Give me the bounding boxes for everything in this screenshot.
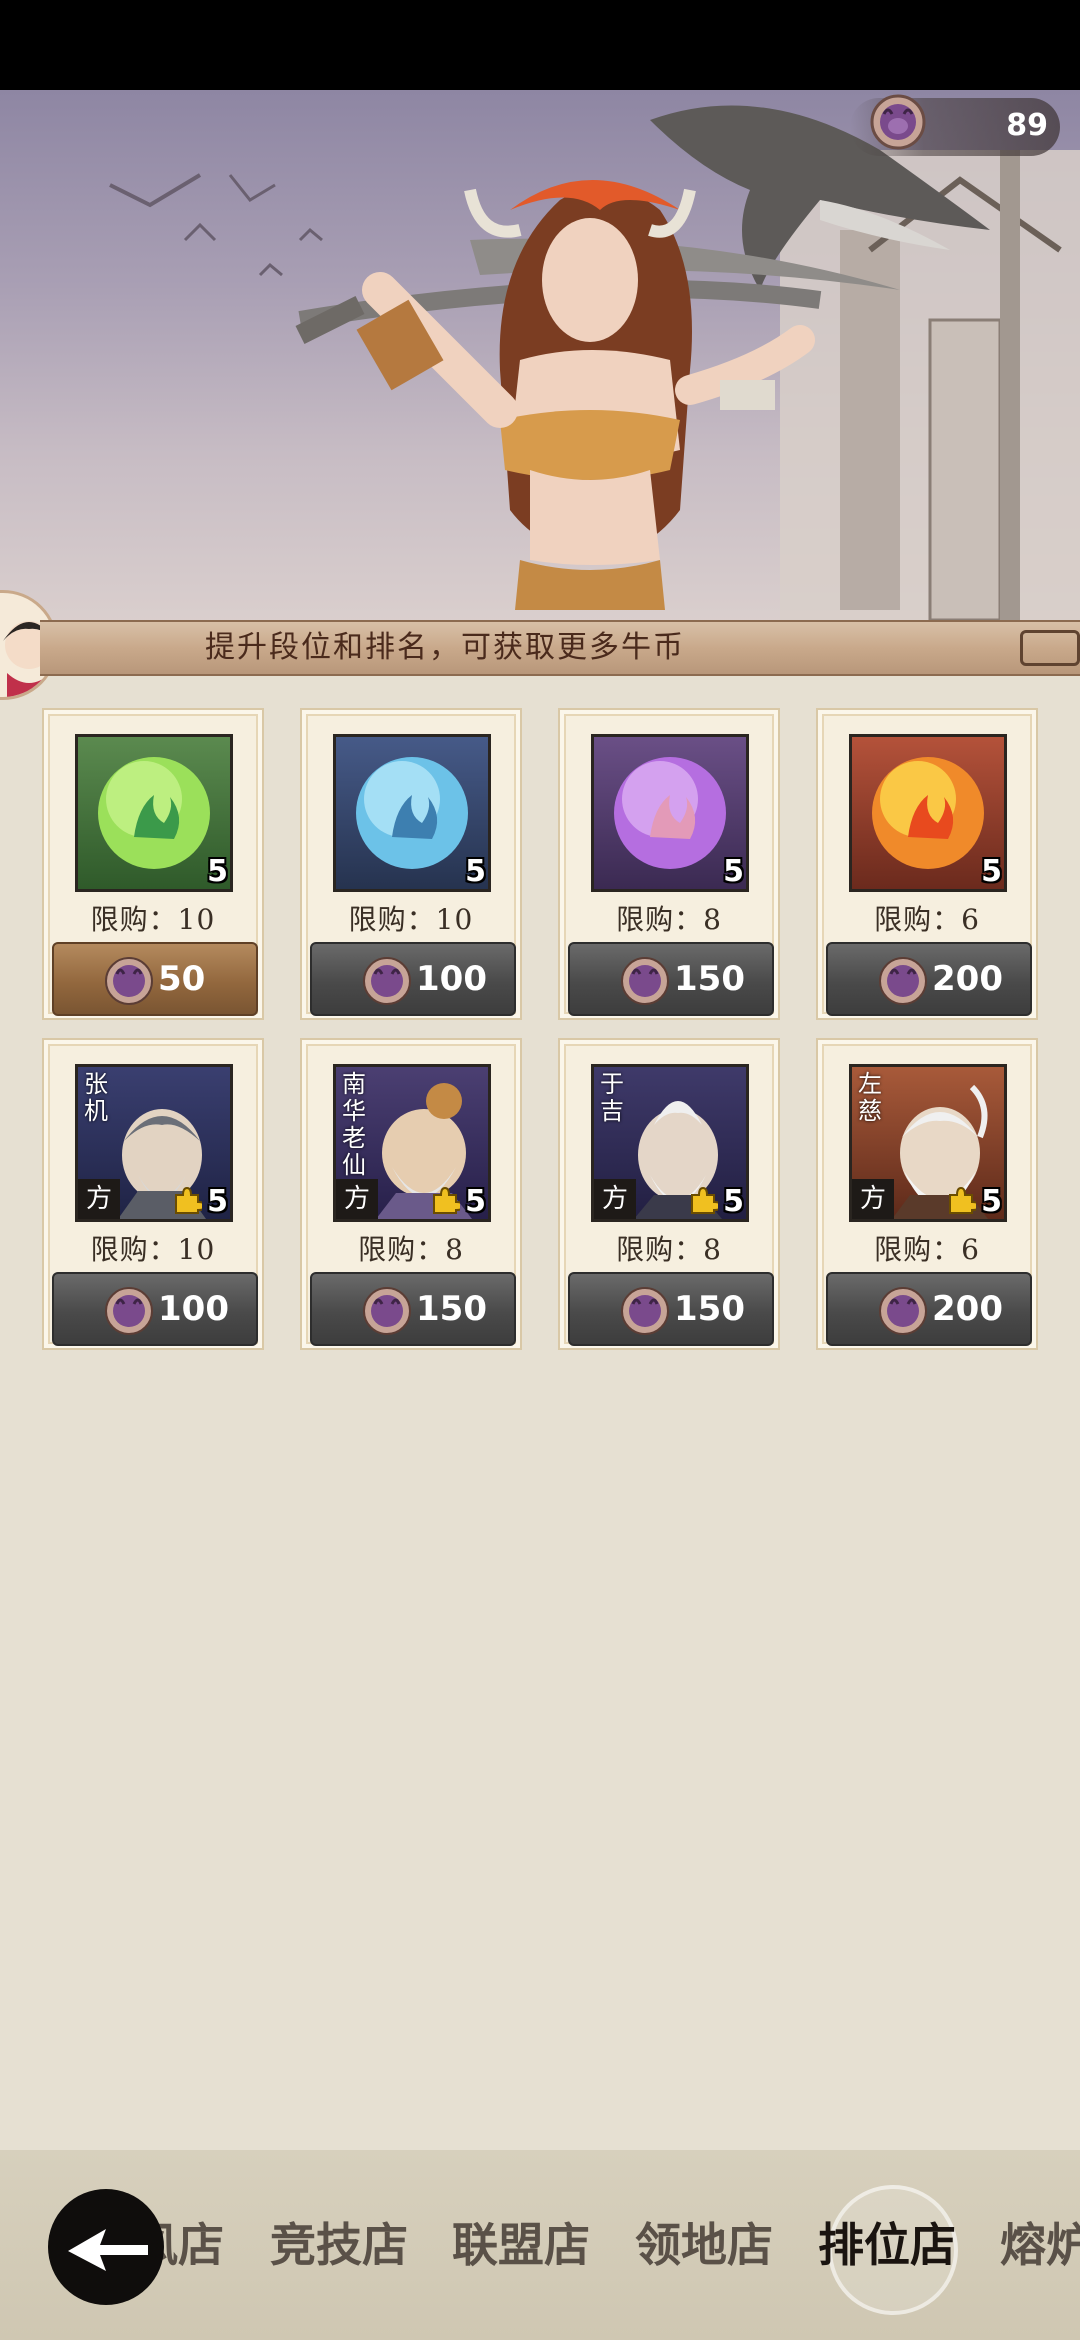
buy-button[interactable]: 50: [52, 942, 258, 1016]
buy-button[interactable]: 150: [568, 942, 774, 1016]
item-price: 200: [932, 1289, 1003, 1329]
item-price: 150: [674, 1289, 745, 1329]
purchase-limit: 限购：8: [616, 903, 722, 936]
hero-artwork: [109, 105, 1080, 622]
ox-coin-icon: [879, 957, 927, 1005]
item-thumbnail: 5: [591, 734, 749, 892]
item-thumbnail: 于吉 方 5: [591, 1064, 749, 1222]
item-price: 200: [932, 959, 1003, 999]
item-thumbnail: 5: [75, 734, 233, 892]
fragment-icon: [433, 1186, 460, 1214]
currency-value: 89: [1006, 108, 1048, 143]
shop-item-hero-nanhua[interactable]: 南华老仙 方 5 限购：8 150: [300, 1038, 522, 1350]
tab-arena-shop[interactable]: 竞技店: [270, 2210, 408, 2280]
buy-button[interactable]: 150: [310, 1272, 516, 1346]
tab-alliance-shop[interactable]: 联盟店: [452, 2210, 590, 2280]
shop-item-hero-zuoci[interactable]: 左慈 方 5 限购：6 200: [816, 1038, 1038, 1350]
shop-item-green-orb[interactable]: 5 限购：10 50: [42, 708, 264, 1020]
item-price: 100: [158, 1289, 229, 1329]
banner-text: 提升段位和排名，可获取更多牛币: [205, 630, 685, 665]
hero-banner: [0, 90, 1080, 650]
purchase-limit: 限购：8: [358, 1233, 464, 1266]
tab-ranking-shop[interactable]: 排位店: [818, 2210, 956, 2280]
purchase-limit: 限购：8: [616, 1233, 722, 1266]
back-arrow-icon[interactable]: [44, 2185, 168, 2309]
item-quantity: 5: [981, 854, 1002, 889]
fragment-icon: [949, 1186, 976, 1214]
hero-name: 于吉: [600, 1070, 624, 1125]
ox-coin-icon: [105, 957, 153, 1005]
shop-item-hero-yuji[interactable]: 于吉 方 5 限购：8 150: [558, 1038, 780, 1350]
fragment-icon: [691, 1186, 718, 1214]
ox-coin-icon: [363, 957, 411, 1005]
ox-coin-icon: [363, 1287, 411, 1335]
item-thumbnail: 南华老仙 方 5: [333, 1064, 491, 1222]
purchase-limit: 限购：6: [874, 1233, 980, 1266]
item-thumbnail: 5: [333, 734, 491, 892]
purchase-limit: 限购：10: [90, 903, 216, 936]
purchase-limit: 限购：6: [874, 903, 980, 936]
banner-strip: 提升段位和排名，可获取更多牛币: [40, 620, 1080, 676]
fragment-icon: [175, 1186, 202, 1214]
buy-button[interactable]: 100: [310, 942, 516, 1016]
status-bar: [0, 0, 1080, 90]
item-price: 150: [416, 1289, 487, 1329]
item-thumbnail: 5: [849, 734, 1007, 892]
item-price: 100: [416, 959, 487, 999]
item-quantity: 5: [465, 854, 486, 889]
hero-name: 南华老仙: [342, 1070, 366, 1179]
tab-furnace[interactable]: 熔炉: [1000, 2210, 1080, 2280]
item-price: 150: [674, 959, 745, 999]
item-quantity: 5: [723, 854, 744, 889]
shop-item-orange-orb[interactable]: 5 限购：6 200: [816, 708, 1038, 1020]
item-quantity: 5: [981, 1184, 1002, 1219]
buy-button[interactable]: 100: [52, 1272, 258, 1346]
shop-item-hero-zhangji[interactable]: 张机 方 5 限购：10 100: [42, 1038, 264, 1350]
shop-item-purple-orb[interactable]: 5 限购：8 150: [558, 708, 780, 1020]
faction-tag: 方: [78, 1179, 120, 1219]
ox-coin-icon: [870, 94, 926, 150]
buy-button[interactable]: 150: [568, 1272, 774, 1346]
ox-coin-icon: [879, 1287, 927, 1335]
purchase-limit: 限购：10: [348, 903, 474, 936]
ox-coin-icon: [105, 1287, 153, 1335]
item-price: 50: [158, 959, 206, 999]
item-quantity: 5: [723, 1184, 744, 1219]
item-quantity: 5: [207, 1184, 228, 1219]
tab-territory-shop[interactable]: 领地店: [635, 2210, 773, 2280]
item-quantity: 5: [465, 1184, 486, 1219]
ox-coin-icon: [621, 957, 669, 1005]
shop-item-blue-orb[interactable]: 5 限购：10 100: [300, 708, 522, 1020]
item-quantity: 5: [207, 854, 228, 889]
banner-ornament: [1020, 630, 1080, 666]
hero-name: 左慈: [858, 1070, 882, 1125]
item-thumbnail: 左慈 方 5: [849, 1064, 1007, 1222]
hero-name: 张机: [84, 1070, 108, 1125]
faction-tag: 方: [594, 1179, 636, 1219]
item-thumbnail: 张机 方 5: [75, 1064, 233, 1222]
buy-button[interactable]: 200: [826, 942, 1032, 1016]
faction-tag: 方: [336, 1179, 378, 1219]
purchase-limit: 限购：10: [90, 1233, 216, 1266]
faction-tag: 方: [852, 1179, 894, 1219]
ox-coin-icon: [621, 1287, 669, 1335]
buy-button[interactable]: 200: [826, 1272, 1032, 1346]
